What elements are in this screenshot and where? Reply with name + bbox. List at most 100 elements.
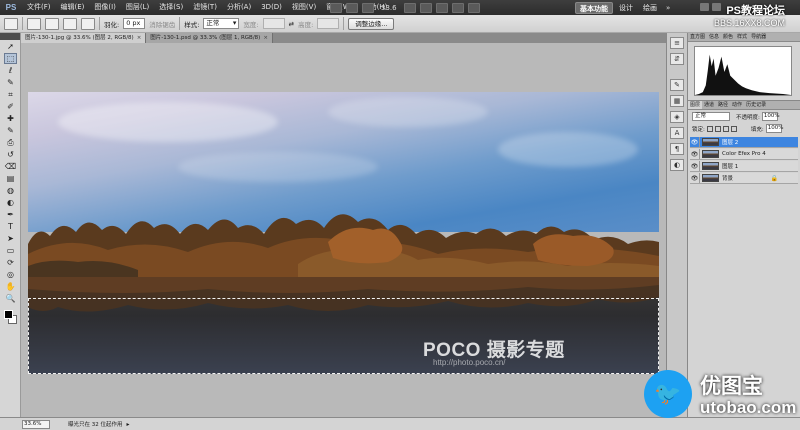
lock-pixels-icon[interactable] bbox=[714, 125, 721, 132]
type-tool-icon[interactable]: T bbox=[4, 221, 17, 232]
foreground-color-swatch[interactable] bbox=[4, 310, 13, 319]
screen-mode-icon[interactable] bbox=[467, 2, 480, 13]
feather-input[interactable]: 0 px bbox=[123, 18, 146, 29]
lock-transparent-icon[interactable] bbox=[706, 125, 713, 132]
tab-layers[interactable]: 图层 bbox=[688, 101, 703, 109]
canvas-area[interactable]: POCO 摄影专题 http://photo.poco.cn/ bbox=[21, 43, 666, 417]
path-select-tool-icon[interactable]: ➤ bbox=[4, 233, 17, 244]
new-selection-icon[interactable] bbox=[27, 17, 41, 30]
menu-view[interactable]: 视图(V) bbox=[287, 0, 321, 15]
3d-rotate-tool-icon[interactable]: ⟳ bbox=[4, 257, 17, 268]
tab-info[interactable]: 信息 bbox=[707, 33, 721, 41]
blend-mode-select[interactable]: 正常 bbox=[692, 112, 730, 121]
move-tool-icon[interactable]: ➚ bbox=[4, 41, 17, 52]
layer-row[interactable]: 👁 图层 2 bbox=[690, 137, 798, 148]
panel-strip-icon[interactable]: ◐ bbox=[670, 159, 684, 171]
close-icon[interactable]: × bbox=[137, 33, 142, 43]
toolbox-grip[interactable] bbox=[0, 33, 20, 40]
layer-thumbnail[interactable] bbox=[702, 174, 719, 182]
3d-orbit-tool-icon[interactable]: ◎ bbox=[4, 269, 17, 280]
tab-history[interactable]: 历史记录 bbox=[744, 101, 768, 109]
layer-row[interactable]: 👁 Color Efex Pro 4 bbox=[690, 149, 798, 160]
document-tab-2[interactable]: 图片-130-1.psd @ 33.3% (图层 1, RGB/8) × bbox=[146, 33, 273, 43]
panel-strip-icon[interactable]: ≡ bbox=[670, 37, 684, 49]
dodge-tool-icon[interactable]: ◐ bbox=[4, 197, 17, 208]
menu-filter[interactable]: 滤镜(T) bbox=[188, 0, 222, 15]
close-icon[interactable]: × bbox=[263, 33, 268, 43]
layer-thumbnail[interactable] bbox=[702, 162, 719, 170]
lasso-tool-icon[interactable]: ℓ bbox=[4, 65, 17, 76]
app-zoom-readout[interactable]: 33.6 bbox=[378, 4, 400, 12]
visibility-eye-icon[interactable]: 👁 bbox=[690, 161, 700, 171]
menu-analysis[interactable]: 分析(A) bbox=[222, 0, 256, 15]
quick-select-tool-icon[interactable]: ✎ bbox=[4, 77, 17, 88]
workspace-essentials[interactable]: 基本功能 bbox=[575, 2, 613, 14]
tab-color[interactable]: 颜色 bbox=[721, 33, 735, 41]
menu-image[interactable]: 图像(I) bbox=[89, 0, 121, 15]
hand-icon[interactable] bbox=[403, 2, 416, 13]
swap-dimensions-icon[interactable]: ⇄ bbox=[289, 20, 294, 28]
panel-strip-icon[interactable]: ⇵ bbox=[670, 53, 684, 65]
pen-tool-icon[interactable]: ✒ bbox=[4, 209, 17, 220]
minimize-icon[interactable] bbox=[700, 3, 709, 11]
opacity-input[interactable]: 100% bbox=[761, 112, 780, 121]
panel-strip-icon[interactable]: ◈ bbox=[670, 111, 684, 123]
panel-strip-icon[interactable]: A bbox=[670, 127, 684, 139]
panel-strip-icon[interactable]: ▦ bbox=[670, 95, 684, 107]
zoom-tool-icon[interactable]: 🔍 bbox=[4, 293, 17, 304]
refine-edge-button[interactable]: 调整边缘... bbox=[348, 17, 395, 30]
tab-channels[interactable]: 通道 bbox=[702, 101, 716, 109]
workspace-more-icon[interactable]: » bbox=[663, 2, 673, 14]
layer-row[interactable]: 👁 图层 1 bbox=[690, 161, 798, 172]
shape-tool-icon[interactable]: ▭ bbox=[4, 245, 17, 256]
menu-file[interactable]: 文件(F) bbox=[22, 0, 56, 15]
brush-tool-icon[interactable]: ✎ bbox=[4, 125, 17, 136]
rotate-view-icon[interactable] bbox=[435, 2, 448, 13]
lock-all-icon[interactable] bbox=[730, 125, 737, 132]
eyedropper-tool-icon[interactable]: ✐ bbox=[4, 101, 17, 112]
panel-strip-icon[interactable]: ¶ bbox=[670, 143, 684, 155]
history-brush-tool-icon[interactable]: ↺ bbox=[4, 149, 17, 160]
view-extras-icon[interactable] bbox=[362, 2, 374, 13]
layer-thumbnail[interactable] bbox=[702, 138, 719, 146]
workspace-painting[interactable]: 绘画 bbox=[639, 2, 661, 14]
tab-histogram[interactable]: 直方图 bbox=[688, 33, 707, 41]
tab-paths[interactable]: 路径 bbox=[716, 101, 730, 109]
style-select[interactable]: 正常 bbox=[203, 18, 240, 29]
document-canvas[interactable]: POCO 摄影专题 http://photo.poco.cn/ bbox=[28, 92, 659, 374]
antialias-checkbox[interactable]: 消除锯齿 bbox=[149, 19, 175, 29]
bridge-icon[interactable] bbox=[330, 2, 342, 13]
width-input[interactable] bbox=[262, 18, 285, 29]
healing-tool-icon[interactable]: ✚ bbox=[4, 113, 17, 124]
fill-input[interactable]: 100% bbox=[765, 124, 783, 133]
visibility-eye-icon[interactable]: 👁 bbox=[690, 173, 700, 183]
menu-layer[interactable]: 图层(L) bbox=[121, 0, 154, 15]
status-zoom-field[interactable]: 33.6% bbox=[22, 419, 50, 429]
clone-stamp-tool-icon[interactable]: ⎙ bbox=[4, 137, 17, 148]
visibility-eye-icon[interactable]: 👁 bbox=[690, 149, 700, 159]
status-menu-arrow-icon[interactable]: ▸ bbox=[127, 421, 130, 428]
lock-position-icon[interactable] bbox=[722, 125, 729, 132]
mini-bridge-icon[interactable] bbox=[346, 2, 358, 13]
crop-tool-icon[interactable]: ⌗ bbox=[4, 89, 17, 100]
menu-3d[interactable]: 3D(D) bbox=[256, 0, 287, 15]
panel-strip-icon[interactable]: ✎ bbox=[670, 79, 684, 91]
subtract-selection-icon[interactable] bbox=[63, 17, 77, 30]
layer-row[interactable]: 👁 背景 🔒 bbox=[690, 173, 798, 184]
visibility-eye-icon[interactable]: 👁 bbox=[690, 137, 700, 147]
document-tab-1[interactable]: 图片-130-1.jpg @ 33.6% (图层 2, RGB/8) × bbox=[21, 33, 147, 43]
add-selection-icon[interactable] bbox=[45, 17, 59, 30]
layer-thumbnail[interactable] bbox=[702, 150, 719, 158]
hand-tool-icon[interactable]: ✋ bbox=[4, 281, 17, 292]
menu-edit[interactable]: 编辑(E) bbox=[56, 0, 90, 15]
workspace-design[interactable]: 设计 bbox=[615, 2, 637, 14]
menu-select[interactable]: 选择(S) bbox=[154, 0, 188, 15]
arrange-documents-icon[interactable] bbox=[451, 2, 464, 13]
tool-preset-icon[interactable] bbox=[4, 17, 18, 30]
tab-styles[interactable]: 样式 bbox=[735, 33, 749, 41]
intersect-selection-icon[interactable] bbox=[81, 17, 95, 30]
zoom-icon[interactable] bbox=[419, 2, 432, 13]
marquee-tool-icon[interactable]: ⬚ bbox=[4, 53, 17, 64]
blur-tool-icon[interactable]: ◍ bbox=[4, 185, 17, 196]
tab-navigator[interactable]: 导航器 bbox=[749, 33, 768, 41]
